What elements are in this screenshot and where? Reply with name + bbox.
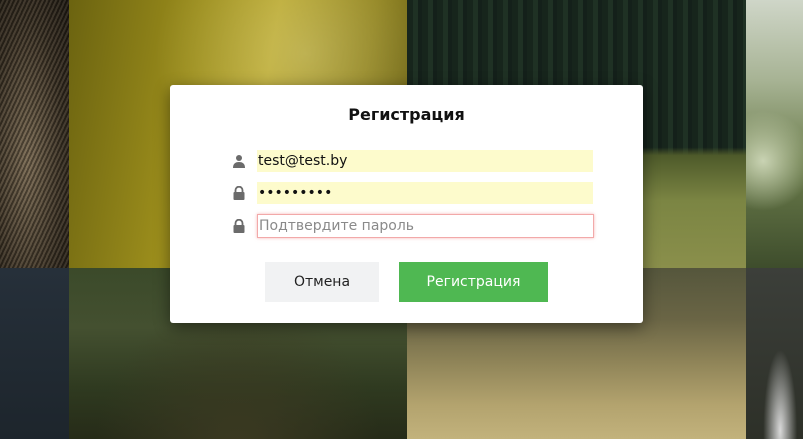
email-field[interactable] bbox=[257, 150, 593, 172]
registration-modal: Регистрация test@test.by ••••••••• Подтв… bbox=[170, 85, 643, 323]
background-photo-dark bbox=[0, 268, 69, 439]
cancel-button[interactable]: Отмена bbox=[265, 262, 379, 302]
password-field[interactable] bbox=[257, 182, 593, 204]
lock-icon bbox=[232, 186, 246, 200]
page: Регистрация test@test.by ••••••••• Подтв… bbox=[0, 0, 803, 439]
modal-title: Регистрация bbox=[348, 105, 465, 124]
background-photo-hedgehog bbox=[0, 0, 69, 268]
user-icon bbox=[232, 154, 246, 168]
confirm-password-field[interactable] bbox=[257, 214, 594, 238]
background-photo-water bbox=[746, 268, 803, 439]
lock-icon bbox=[232, 219, 246, 233]
background-photo-meadow bbox=[746, 0, 803, 268]
register-button[interactable]: Регистрация bbox=[399, 262, 548, 302]
